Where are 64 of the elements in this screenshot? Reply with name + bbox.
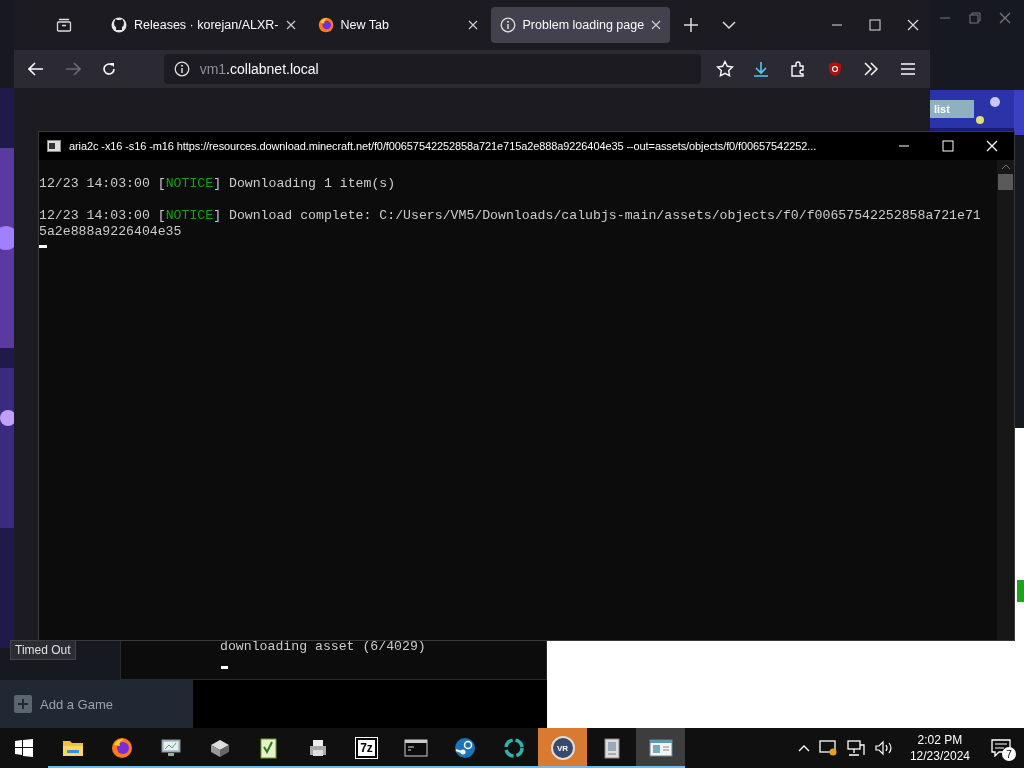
network-icon[interactable] — [845, 739, 866, 757]
star-icon[interactable] — [715, 60, 734, 78]
close-icon[interactable] — [285, 20, 296, 30]
chevrons-right-icon[interactable] — [864, 62, 879, 76]
back-arrow-icon[interactable] — [28, 62, 45, 76]
close-icon[interactable] — [651, 20, 662, 30]
taskbar-app[interactable]: 7z — [342, 728, 391, 768]
console-icon — [47, 140, 61, 152]
download-icon[interactable] — [753, 61, 770, 77]
firefox-icon — [317, 17, 334, 33]
console-line: 12/23 14:03:00 [NOTICE] Download complete: C:/Users/VM5/Downloads/calubjs-main/assets/objects/f0/f00657542252858a721e715a2e888a9226404e35 — [39, 208, 982, 240]
firefox-icon[interactable] — [110, 737, 133, 759]
reload-icon[interactable] — [101, 61, 118, 77]
text-cursor — [39, 245, 47, 248]
taskbar-app[interactable]: VR — [538, 728, 587, 768]
monitor-icon[interactable] — [159, 738, 182, 758]
scrollbar[interactable] — [997, 160, 1014, 640]
terminal-icon[interactable] — [403, 739, 428, 757]
box-icon[interactable] — [208, 738, 231, 758]
notepad-icon[interactable] — [258, 737, 279, 759]
plus-icon — [14, 695, 32, 713]
forward-arrow-icon[interactable] — [64, 62, 81, 76]
scroll-thumb[interactable] — [998, 174, 1013, 190]
scroll-up-icon[interactable] — [1000, 164, 1011, 170]
console-line: downloading asset (6/4029) — [220, 639, 426, 654]
tray-icon[interactable] — [56, 17, 72, 33]
close-icon[interactable] — [467, 20, 478, 30]
status-bar — [1017, 580, 1024, 602]
steam-icon[interactable] — [453, 737, 476, 759]
clock-date[interactable]: 12/23/2024 — [909, 748, 970, 764]
shield-icon[interactable] — [826, 61, 843, 77]
chevron-down-icon[interactable] — [722, 20, 737, 30]
caret-up-icon[interactable] — [797, 744, 810, 752]
taskbar-app[interactable] — [636, 728, 685, 768]
window-icon[interactable] — [648, 738, 673, 758]
cat-icon — [111, 17, 127, 33]
monitor-icon[interactable] — [817, 739, 838, 757]
console-line: 12/23 14:03:00 [NOTICE] Downloading 1 item(s) — [39, 176, 397, 192]
browser-tab[interactable]: New Tab — [308, 7, 487, 43]
add-game-button[interactable]: Add a Game — [40, 696, 113, 712]
text-cursor — [221, 666, 228, 669]
window-title: aria2c -x16 -s16 -m16 https://resources.download.minecraft.net/f0/f00657542252858a721e715a2e888a9226404e35 --out=assets/objects/f0/f00657542252... — [69, 140, 818, 152]
plus-icon[interactable] — [684, 18, 699, 32]
url-text: vm1.collabnet.local — [199, 61, 319, 77]
address-bar[interactable]: vm1.collabnet.local — [163, 54, 701, 84]
puzzle-icon[interactable] — [790, 61, 806, 77]
document-icon[interactable] — [601, 737, 622, 759]
folder-icon[interactable] — [61, 739, 84, 757]
vr-icon[interactable]: VR — [550, 736, 575, 760]
archive-icon[interactable]: 7z — [356, 738, 377, 758]
browser-tab[interactable]: Problem loading page — [490, 7, 671, 43]
info-icon — [173, 61, 190, 77]
menu-icon[interactable] — [899, 62, 916, 76]
notifications-icon[interactable] — [991, 739, 1011, 757]
volume-icon[interactable] — [873, 739, 894, 757]
restore-icon[interactable] — [969, 12, 981, 24]
browser-tab[interactable]: Releases · korejan/ALXR- — [102, 7, 305, 43]
ring-icon[interactable] — [502, 737, 525, 759]
notification-count: 7 — [1002, 747, 1016, 761]
tooltip: Timed Out — [10, 640, 76, 660]
clock-time[interactable]: 2:02 PM — [917, 732, 963, 748]
maximize-icon[interactable] — [869, 19, 881, 31]
info-icon — [499, 17, 516, 33]
windows-logo-icon[interactable] — [15, 739, 33, 757]
